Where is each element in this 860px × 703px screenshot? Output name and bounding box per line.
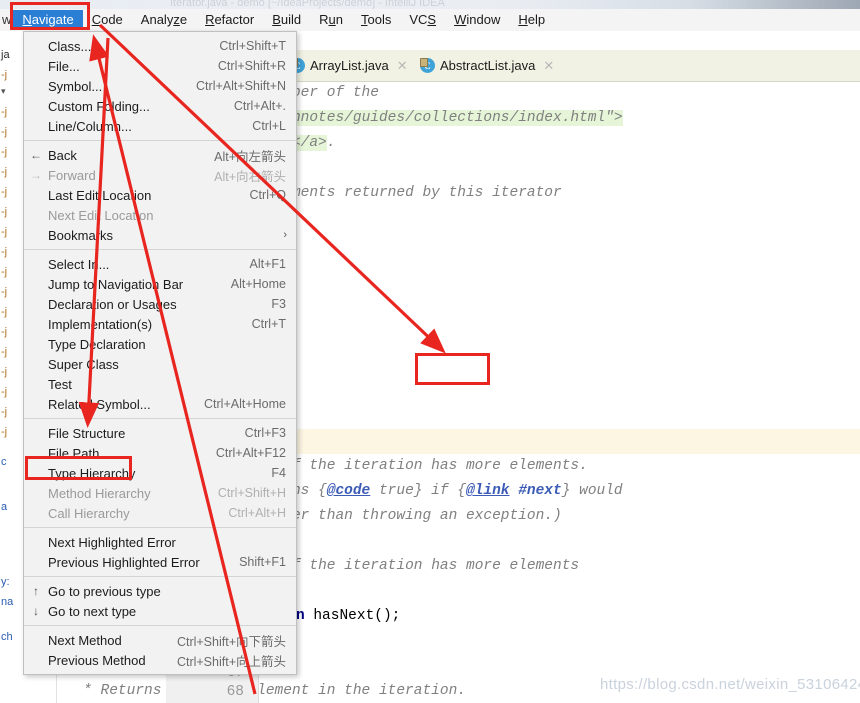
arrow-to-iterator-token — [98, 23, 446, 354]
annotation-arrows — [78, 23, 446, 695]
arrow-to-navigate-menu — [89, 34, 257, 695]
arrow-to-type-hierarchy — [78, 37, 110, 428]
app-window: Iterator.java - demo [~/IdeaProjects/dem… — [0, 0, 860, 703]
